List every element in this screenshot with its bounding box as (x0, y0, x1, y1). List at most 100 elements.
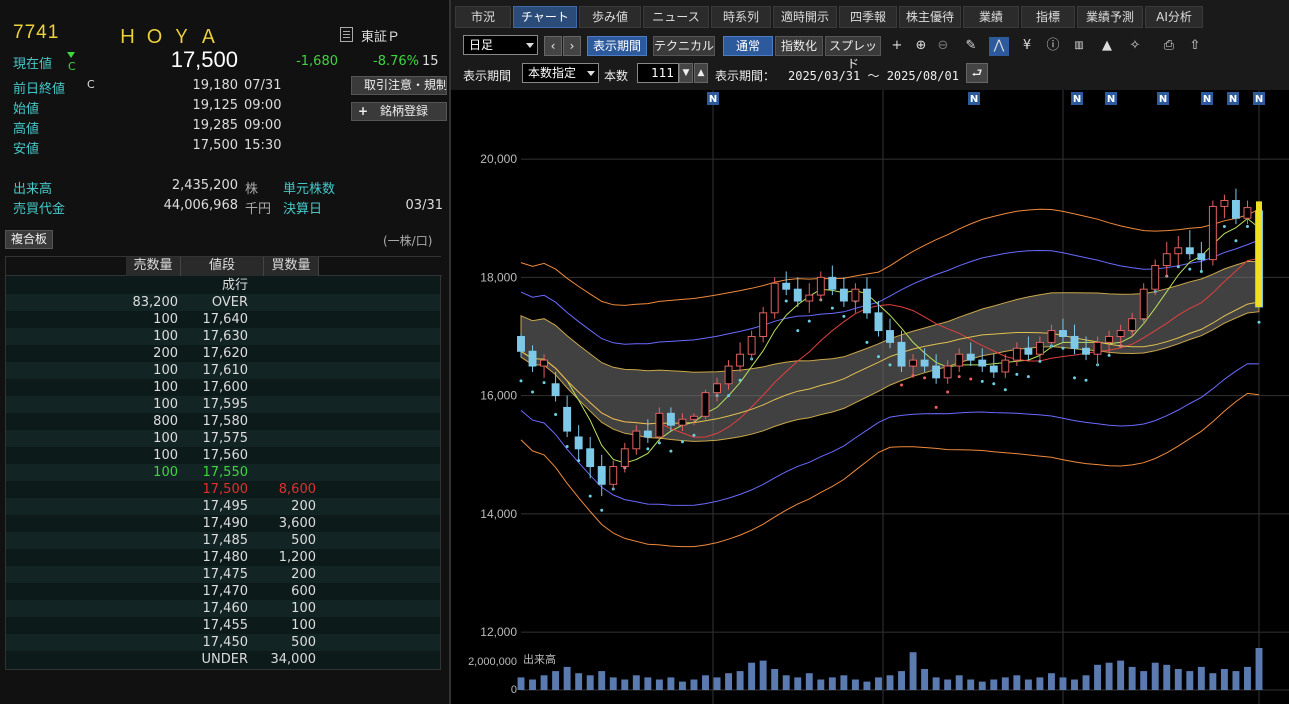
psar-dot (980, 379, 984, 383)
order-book-row[interactable]: 17,500 8,600 (6, 481, 440, 498)
volume-chart-icon[interactable]: ▲ (1097, 37, 1117, 56)
prev-button[interactable]: ‹ (544, 36, 562, 56)
order-book-row[interactable]: 100 17,560 (6, 447, 440, 464)
order-book-row[interactable]: 100 17,630 (6, 328, 440, 345)
bollinger-band (520, 208, 1260, 306)
candle-body (851, 288, 860, 302)
chart-svg[interactable]: 20,000 18,000 16,000 14,000 12,000 N N N N N N N N 出来… (451, 90, 1289, 704)
order-book-row[interactable]: 17,455 100 (6, 617, 440, 634)
volume-bar (1255, 648, 1263, 690)
candle-body (632, 430, 641, 450)
period-mode-select[interactable]: 本数指定 (522, 63, 599, 83)
document-icon[interactable] (340, 27, 353, 42)
trend-icon[interactable]: ⋀ (989, 37, 1009, 56)
order-book-row[interactable]: 17,480 1,200 (6, 549, 440, 566)
order-book-row[interactable]: 17,470 600 (6, 583, 440, 600)
index-button[interactable]: 指数化 (775, 36, 823, 56)
my-chart-icon[interactable]: ▥ (1069, 37, 1089, 56)
order-book-row[interactable]: 17,450 500 (6, 634, 440, 651)
volume-bar (1047, 673, 1055, 690)
buy-qty: 1,200 (278, 550, 316, 565)
volume-bar (990, 679, 998, 690)
tab-11[interactable]: AI分析 (1145, 6, 1203, 28)
tab-4[interactable]: 時系列 (711, 6, 771, 28)
order-book-row[interactable]: 17,460 100 (6, 600, 440, 617)
zoom-out-icon[interactable]: ⊖ (933, 37, 953, 56)
bars-input[interactable]: 111 (637, 63, 679, 83)
psar-dot (957, 375, 961, 379)
order-book-row[interactable]: UNDER 34,000 (6, 651, 440, 668)
order-book-row[interactable]: 17,490 3,600 (6, 515, 440, 532)
tab-2[interactable]: 歩み値 (579, 6, 641, 28)
tab-3[interactable]: ニュース (643, 6, 709, 28)
order-book-row[interactable]: 100 17,575 (6, 430, 440, 447)
composite-board-button[interactable]: 複合板 (5, 230, 54, 249)
order-book-header: 売数量 値段 買数量 (6, 257, 442, 276)
order-book-row[interactable]: 100 17,600 (6, 379, 440, 396)
export-icon[interactable]: ⇧ (1185, 37, 1205, 56)
yen-icon[interactable]: ¥ (1017, 37, 1037, 56)
order-book-row[interactable]: 100 17,595 (6, 396, 440, 413)
volume-bar (517, 677, 525, 690)
tab-10[interactable]: 業績予測 (1077, 6, 1143, 28)
tab-6[interactable]: 四季報 (839, 6, 897, 28)
reset-button[interactable]: ⮐ (966, 63, 988, 83)
sell-qty: 83,200 (132, 295, 179, 310)
order-book-row[interactable]: 17,485 500 (6, 532, 440, 549)
candle-body (989, 365, 998, 373)
order-book-row[interactable]: 83,200 OVER (6, 294, 440, 311)
volume-bar (771, 669, 779, 690)
candle-body (782, 282, 791, 290)
buy-qty: 200 (291, 499, 316, 514)
order-book-row[interactable]: 100 17,640 (6, 311, 440, 328)
order-book-row[interactable]: 17,475 200 (6, 566, 440, 583)
candle-body (666, 412, 675, 426)
next-button[interactable]: › (563, 36, 581, 56)
technical-button[interactable]: テクニカル (653, 36, 715, 56)
tab-8[interactable]: 業績 (963, 6, 1019, 28)
candle-body (955, 353, 964, 367)
book-price: 17,500 (202, 482, 249, 497)
price-chart[interactable]: 20,000 18,000 16,000 14,000 12,000 N N N N N N N N 出来… (451, 90, 1289, 704)
pencil-icon[interactable]: ✎ (961, 37, 981, 56)
candle-body (701, 392, 710, 417)
book-price: 17,480 (202, 550, 249, 565)
crosshair-icon[interactable]: + (887, 37, 907, 56)
psar-dot (888, 363, 892, 367)
plus-icon: + (358, 104, 369, 118)
bars-up-button[interactable]: ▲ (694, 63, 708, 83)
timeframe-select[interactable]: 日足 (463, 35, 538, 55)
wrench-icon[interactable]: ✧ (1125, 37, 1145, 56)
order-book-row[interactable]: 100 17,610 (6, 362, 440, 379)
volume-bar (748, 662, 756, 690)
volume-bar (886, 675, 894, 690)
tab-7[interactable]: 株主優待 (899, 6, 961, 28)
register-stock-button[interactable]: + 銘柄登録 (351, 102, 447, 121)
tab-9[interactable]: 指標 (1021, 6, 1075, 28)
zoom-in-icon[interactable]: ⊕ (911, 37, 931, 56)
trade-notice-button[interactable]: 取引注意・規制 (351, 76, 447, 95)
tab-1[interactable]: チャート (513, 6, 577, 28)
order-book-row[interactable]: 100 17,550 (6, 464, 440, 481)
sell-qty: 100 (153, 312, 178, 327)
spread-button[interactable]: スプレッド (825, 36, 881, 71)
period-mode-value: 本数指定 (528, 66, 577, 80)
info-icon[interactable]: ⓘ (1043, 37, 1063, 56)
volume-bar (932, 677, 940, 690)
psar-dot (1026, 375, 1030, 379)
print-icon[interactable]: ⎙ (1159, 37, 1179, 56)
tab-0[interactable]: 市況 (455, 6, 511, 28)
tab-5[interactable]: 適時開示 (773, 6, 837, 28)
display-period-button[interactable]: 表示期間 (587, 36, 647, 56)
candle-body (978, 359, 987, 367)
order-book-row[interactable]: 800 17,580 (6, 413, 440, 430)
price-flag: C (68, 60, 76, 73)
normal-button[interactable]: 通常 (723, 36, 773, 56)
candle-body (540, 359, 549, 367)
order-book-row[interactable]: 200 17,620 (6, 345, 440, 362)
book-price: 17,600 (202, 380, 249, 395)
y-tick-label: 20,000 (480, 152, 517, 166)
bars-down-button[interactable]: ▼ (679, 63, 693, 83)
candle-body (1082, 347, 1090, 355)
order-book-row[interactable]: 17,495 200 (6, 498, 440, 515)
